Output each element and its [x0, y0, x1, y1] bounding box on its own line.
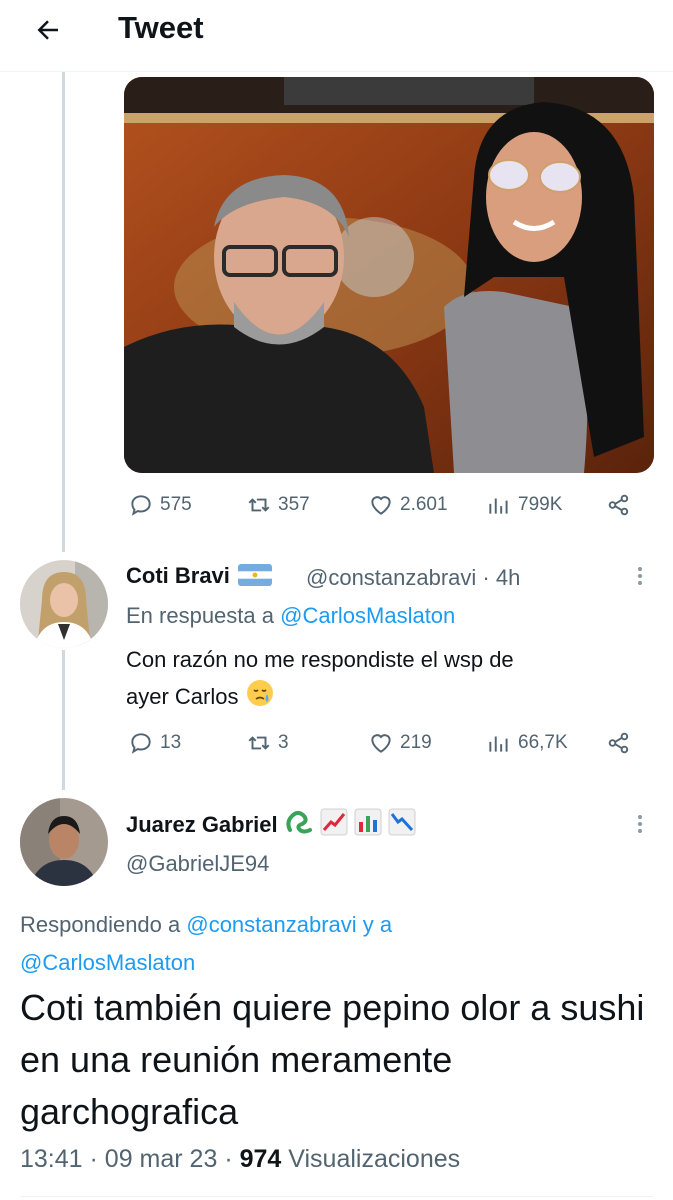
argentina-flag-icon: [237, 564, 272, 586]
views-icon: [489, 498, 508, 514]
heart-icon: [371, 734, 391, 753]
top-bar: Tweet: [0, 0, 673, 72]
selfie-photo-image: [124, 77, 654, 473]
retweet-icon: [248, 498, 270, 512]
tweet-actions: 13 3 219 66,7K: [128, 730, 638, 762]
more-options-button[interactable]: [632, 563, 648, 589]
reply-context: Respondiendo a @constanzabravi y a @Carl…: [20, 906, 392, 982]
meta-separator: ·: [224, 1145, 240, 1173]
share-button[interactable]: [606, 730, 632, 756]
page-title: Tweet: [118, 10, 204, 45]
like-count: 2.601: [400, 494, 448, 515]
tweet-date[interactable]: 09 mar 23: [105, 1145, 218, 1173]
crying-face-icon: [246, 680, 273, 706]
bar-chart-icon: [354, 808, 382, 836]
retweet-count: 3: [278, 732, 289, 753]
mention-link[interactable]: @CarlosMaslaton: [280, 603, 455, 628]
views-button[interactable]: 66,7K: [486, 730, 568, 756]
share-icon: [608, 494, 629, 516]
snake-icon: [286, 811, 312, 834]
reply-prefix: En respuesta a: [126, 603, 281, 628]
author-name-text: Coti Bravi: [126, 563, 230, 588]
mention-link[interactable]: @constanzabravi: [186, 912, 356, 937]
reply-button[interactable]: 13: [128, 730, 181, 756]
retweet-button[interactable]: 3: [246, 730, 289, 756]
heart-icon: [371, 496, 391, 515]
views-icon: [489, 736, 508, 752]
like-count: 219: [400, 732, 432, 753]
share-button[interactable]: [606, 492, 632, 518]
avatar-photo-image: [20, 560, 108, 648]
back-button[interactable]: [30, 12, 66, 48]
views-button[interactable]: 799K: [486, 492, 562, 518]
tweet-time[interactable]: 13:41: [20, 1145, 83, 1173]
views-count: 799K: [518, 494, 563, 515]
like-button[interactable]: 2.601: [368, 492, 448, 518]
retweet-icon: [248, 736, 270, 750]
share-icon: [608, 732, 629, 754]
avatar-photo-image: [20, 798, 108, 886]
meta-separator: ·: [89, 1145, 105, 1173]
author-name-text: Juarez Gabriel: [126, 812, 278, 837]
thread-line: [62, 72, 65, 552]
retweet-button[interactable]: 357: [246, 492, 310, 518]
more-options-button[interactable]: [632, 811, 648, 837]
like-button[interactable]: 219: [368, 730, 432, 756]
divider: [20, 1196, 653, 1197]
tweet-actions: 575 357 2.601 799K: [128, 492, 638, 524]
avatar[interactable]: [20, 798, 108, 886]
reply-button[interactable]: 575: [128, 492, 192, 518]
views-count: 66,7K: [518, 732, 568, 753]
tweet-text-line-2: ayer Carlos: [126, 678, 646, 715]
tweet-text: Con razón no me respondiste el wsp de ay…: [126, 642, 646, 715]
retweet-count: 357: [278, 494, 310, 515]
views-label: Visualizaciones: [288, 1145, 461, 1173]
reply-icon: [131, 733, 151, 754]
author-handle-time[interactable]: @constanzabravi · 4h: [306, 565, 520, 591]
tweet-text-line: Con razón no me respondiste el wsp de: [126, 647, 514, 672]
reply-context: En respuesta a @CarlosMaslaton: [126, 603, 455, 629]
reply-count: 13: [160, 732, 182, 753]
author-name[interactable]: Coti Bravi: [126, 563, 276, 589]
avatar[interactable]: [20, 560, 108, 648]
thread-line: [62, 650, 65, 790]
chart-decreasing-icon: [388, 808, 416, 836]
reply-prefix: Respondiendo a: [20, 912, 187, 937]
reply-join: y a: [356, 912, 393, 937]
views-count: 974: [239, 1145, 282, 1173]
tweet-meta: 13:41 · 09 mar 23 · 974 Visualizaciones: [20, 1145, 460, 1174]
author-handle[interactable]: @GabrielJE94: [126, 851, 269, 877]
reply-icon: [131, 495, 151, 516]
tweet-text: Coti también quiere pepino olor a sushi …: [20, 987, 645, 1132]
tweet-photo[interactable]: [124, 77, 654, 473]
chart-increasing-icon: [320, 808, 348, 836]
author-name[interactable]: Juarez Gabriel: [126, 808, 416, 838]
tweet-text-line: ayer Carlos: [126, 684, 239, 709]
reply-count: 575: [160, 494, 192, 515]
arrow-left-icon: [37, 20, 58, 40]
mention-link[interactable]: @CarlosMaslaton: [20, 950, 195, 975]
